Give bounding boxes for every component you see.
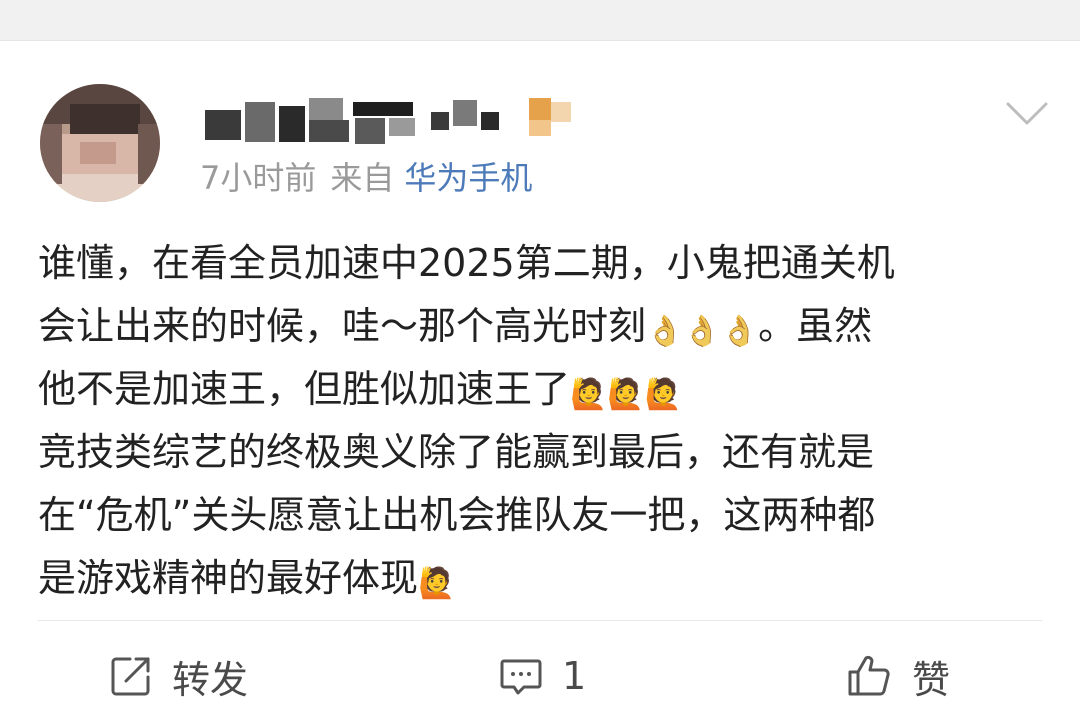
source-device-link[interactable]: 华为手机 — [404, 159, 532, 197]
raising-hand-emoji-icon: 🙋 — [418, 566, 456, 601]
raising-hand-emoji-icon: 🙋 — [607, 377, 645, 412]
avatar[interactable] — [40, 84, 160, 202]
post-line: 是游戏精神的最好体现🙋 — [38, 547, 1048, 610]
ok-hand-emoji-icon: 👌 — [646, 314, 684, 349]
avatar-pixel — [80, 142, 116, 164]
post-line: 在“危机”关头愿意让出机会推队友一把，这两种都 — [38, 493, 876, 537]
like-button[interactable]: 赞 — [846, 652, 950, 702]
post-text: 。虽然 — [758, 304, 873, 348]
repost-button[interactable]: 转发 — [108, 652, 248, 702]
post-time: 7小时前 — [200, 159, 317, 197]
post-text: 会让出来的时候，哇～那个高光时刻 — [38, 304, 647, 348]
post-text: 他不是加速王，但胜似加速王了 — [38, 367, 571, 411]
raising-hand-emoji-icon: 🙋 — [570, 377, 608, 412]
post-text: 是游戏精神的最好体现 — [38, 556, 419, 600]
actions-divider — [38, 620, 1042, 621]
top-divider — [0, 40, 1080, 41]
comment-button[interactable]: 1 — [498, 652, 586, 700]
share-edit-icon — [111, 657, 150, 696]
comment-bubble-icon — [500, 659, 542, 695]
like-label: 赞 — [912, 657, 951, 702]
thumbs-up-icon — [848, 655, 890, 696]
post-line: 他不是加速王，但胜似加速王了🙋🙋🙋 — [38, 358, 1048, 421]
repost-label: 转发 — [172, 657, 249, 702]
post-body: 谁懂，在看全员加速中2025第二期，小鬼把通关机 会让出来的时候，哇～那个高光时… — [38, 232, 1048, 610]
post-line: 谁懂，在看全员加速中2025第二期，小鬼把通关机 — [38, 241, 895, 285]
avatar-pixel — [138, 124, 160, 184]
comment-count: 1 — [562, 654, 587, 698]
chevron-down-icon[interactable] — [1002, 96, 1052, 132]
post-line: 会让出来的时候，哇～那个高光时刻👌👌👌。虽然 — [38, 295, 1048, 358]
top-gray-bar — [0, 0, 1080, 40]
post-meta: 7小时前 来自 华为手机 — [200, 156, 532, 200]
post-line: 竞技类综艺的终极奥义除了能赢到最后，还有就是 — [38, 430, 875, 474]
ok-hand-emoji-icon: 👌 — [720, 314, 759, 349]
chevron-down-icon-svg — [1006, 102, 1048, 125]
source-label: 来自 — [330, 159, 395, 197]
raising-hand-emoji-icon: 🙋 — [644, 377, 683, 412]
avatar-pixel — [40, 124, 62, 184]
action-bar: 转发 1 赞 — [0, 640, 1080, 712]
ok-hand-emoji-icon: 👌 — [683, 314, 721, 349]
username-obscured[interactable] — [205, 92, 605, 152]
